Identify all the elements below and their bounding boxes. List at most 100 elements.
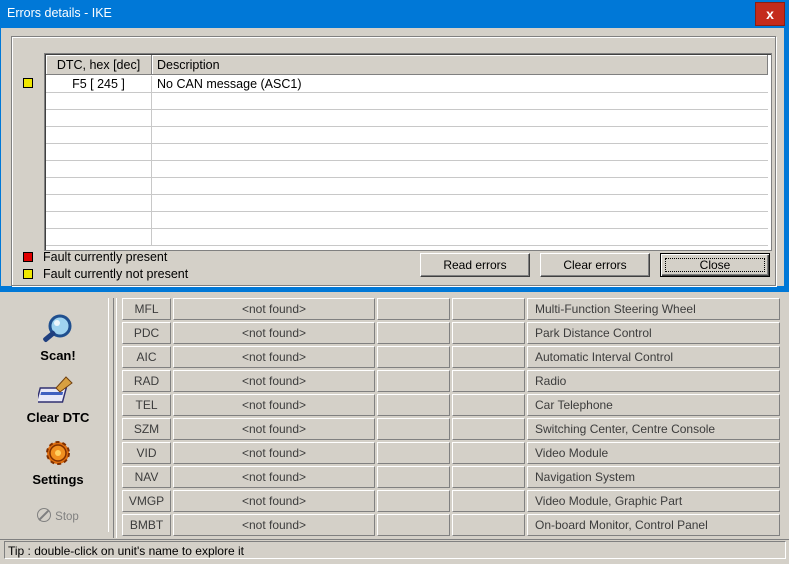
unit-code-cell: NAV bbox=[122, 466, 171, 488]
unit-empty-cell bbox=[377, 346, 450, 368]
unit-name-cell[interactable]: Multi-Function Steering Wheel bbox=[527, 298, 780, 320]
unit-code-cell: TEL bbox=[122, 394, 171, 416]
unit-version-cell: <not found> bbox=[173, 394, 375, 416]
stop-button[interactable]: Stop bbox=[8, 508, 108, 523]
dialog-title: Errors details - IKE bbox=[7, 6, 112, 20]
unit-code-cell: SZM bbox=[122, 418, 171, 440]
close-button[interactable]: Close bbox=[660, 253, 770, 277]
error-dtc-cell bbox=[46, 110, 152, 126]
unit-code-cell: RAD bbox=[122, 370, 171, 392]
column-header-dtc[interactable]: DTC, hex [dec] bbox=[46, 55, 152, 75]
close-icon: x bbox=[766, 6, 774, 22]
column-header-description[interactable]: Description bbox=[152, 55, 768, 75]
clear-dtc-label: Clear DTC bbox=[26, 410, 90, 425]
vertical-divider bbox=[113, 298, 117, 538]
fault-status-icon bbox=[23, 78, 33, 88]
error-row[interactable] bbox=[46, 229, 768, 246]
scan-label: Scan! bbox=[40, 348, 76, 363]
unit-name-cell[interactable]: Car Telephone bbox=[527, 394, 780, 416]
status-text: Tip : double-click on unit's name to exp… bbox=[4, 541, 786, 559]
red-status-icon bbox=[23, 252, 33, 262]
unit-version-cell: <not found> bbox=[173, 346, 375, 368]
unit-code-cell: MFL bbox=[122, 298, 171, 320]
errors-dialog: Errors details - IKE x DTC, hex [dec] De… bbox=[0, 0, 789, 292]
legend-not-present-label: Fault currently not present bbox=[43, 267, 189, 281]
unit-empty-cell bbox=[377, 394, 450, 416]
unit-name-cell[interactable]: Automatic Interval Control bbox=[527, 346, 780, 368]
close-window-button[interactable]: x bbox=[755, 2, 785, 26]
error-row[interactable] bbox=[46, 161, 768, 178]
unit-empty-cell bbox=[377, 466, 450, 488]
error-row[interactable]: F5 [ 245 ] No CAN message (ASC1) bbox=[46, 76, 768, 93]
unit-name-cell[interactable]: Navigation System bbox=[527, 466, 780, 488]
unit-empty-cell bbox=[452, 394, 525, 416]
unit-version-cell: <not found> bbox=[173, 490, 375, 512]
toolbar-panel: Scan! Clear DTC Settings Stop bbox=[8, 298, 109, 532]
status-bar: Tip : double-click on unit's name to exp… bbox=[0, 539, 789, 559]
unit-empty-cell bbox=[377, 418, 450, 440]
error-row[interactable] bbox=[46, 144, 768, 161]
unit-name-cell[interactable]: Park Distance Control bbox=[527, 322, 780, 344]
error-row[interactable] bbox=[46, 110, 768, 127]
table-header: DTC, hex [dec] Description bbox=[46, 55, 768, 75]
error-row[interactable] bbox=[46, 93, 768, 110]
unit-code-cell: VMGP bbox=[122, 490, 171, 512]
settings-button[interactable]: Settings bbox=[8, 436, 108, 487]
unit-empty-cell bbox=[452, 346, 525, 368]
error-dtc-cell bbox=[46, 127, 152, 143]
main-window: Scan! Clear DTC Settings Stop MFL <not fo bbox=[0, 292, 789, 564]
error-description-cell bbox=[152, 229, 768, 245]
dialog-body: DTC, hex [dec] Description F5 [ 245 ] No … bbox=[1, 28, 784, 286]
unit-version-cell: <not found> bbox=[173, 514, 375, 536]
unit-code-cell: BMBT bbox=[122, 514, 171, 536]
unit-version-cell: <not found> bbox=[173, 466, 375, 488]
dialog-titlebar[interactable]: Errors details - IKE x bbox=[0, 0, 789, 28]
clear-errors-button[interactable]: Clear errors bbox=[540, 253, 650, 277]
error-description-cell bbox=[152, 161, 768, 177]
close-button-label: Close bbox=[665, 258, 765, 272]
error-row[interactable] bbox=[46, 127, 768, 144]
error-dtc-cell bbox=[46, 144, 152, 160]
unit-name-cell[interactable]: Radio bbox=[527, 370, 780, 392]
error-description-cell bbox=[152, 212, 768, 228]
stop-icon bbox=[37, 508, 52, 522]
unit-name-cell[interactable]: On-board Monitor, Control Panel bbox=[527, 514, 780, 536]
unit-empty-cell bbox=[452, 514, 525, 536]
unit-version-cell: <not found> bbox=[173, 298, 375, 320]
unit-empty-cell bbox=[452, 298, 525, 320]
unit-empty-cell bbox=[377, 298, 450, 320]
error-dtc-cell bbox=[46, 229, 152, 245]
error-row[interactable] bbox=[46, 212, 768, 229]
unit-empty-cell bbox=[377, 514, 450, 536]
unit-name-cell[interactable]: Video Module bbox=[527, 442, 780, 464]
unit-empty-cell bbox=[452, 322, 525, 344]
error-row[interactable] bbox=[46, 195, 768, 212]
error-description-cell bbox=[152, 144, 768, 160]
error-description-cell: No CAN message (ASC1) bbox=[157, 77, 302, 91]
scan-button[interactable]: Scan! bbox=[8, 312, 108, 363]
unit-version-cell: <not found> bbox=[173, 418, 375, 440]
settings-label: Settings bbox=[32, 472, 84, 487]
error-dtc-cell bbox=[46, 212, 152, 228]
error-description-cell bbox=[152, 110, 768, 126]
read-errors-button[interactable]: Read errors bbox=[420, 253, 530, 277]
unit-empty-cell bbox=[452, 418, 525, 440]
unit-empty-cell bbox=[452, 466, 525, 488]
error-row[interactable] bbox=[46, 178, 768, 195]
error-dtc-cell bbox=[46, 93, 152, 109]
clear-dtc-button[interactable]: Clear DTC bbox=[8, 374, 108, 425]
unit-name-cell[interactable]: Switching Center, Centre Console bbox=[527, 418, 780, 440]
unit-code-cell: VID bbox=[122, 442, 171, 464]
errors-group: DTC, hex [dec] Description F5 [ 245 ] No … bbox=[11, 36, 776, 286]
unit-version-cell: <not found> bbox=[173, 370, 375, 392]
legend-present-label: Fault currently present bbox=[43, 250, 168, 264]
error-description-cell bbox=[152, 178, 768, 194]
unit-version-cell: <not found> bbox=[173, 442, 375, 464]
error-description-cell bbox=[152, 127, 768, 143]
error-dtc-cell bbox=[46, 195, 152, 211]
yellow-status-icon bbox=[23, 269, 33, 279]
error-dtc-cell: F5 [ 245 ] bbox=[46, 76, 152, 92]
errors-table[interactable]: DTC, hex [dec] Description F5 [ 245 ] No … bbox=[44, 53, 772, 251]
unit-empty-cell bbox=[377, 490, 450, 512]
unit-name-cell[interactable]: Video Module, Graphic Part bbox=[527, 490, 780, 512]
